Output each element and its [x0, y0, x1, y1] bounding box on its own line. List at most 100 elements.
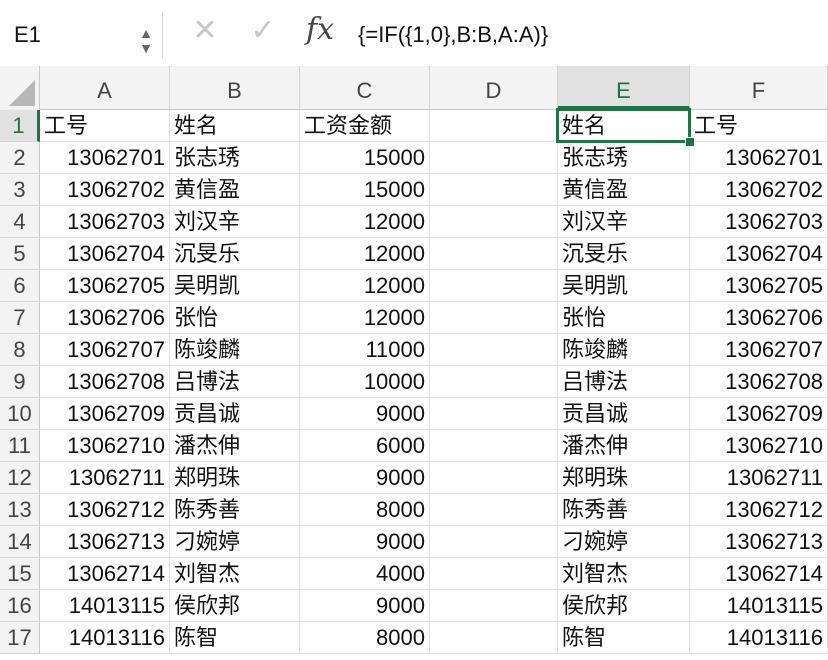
cell-e15[interactable]: 刘智杰: [558, 558, 690, 590]
cell-b4[interactable]: 刘汉辛: [170, 206, 300, 238]
cell-c12[interactable]: 9000: [300, 462, 430, 494]
cell-c15[interactable]: 4000: [300, 558, 430, 590]
name-box-value[interactable]: E1: [14, 22, 41, 48]
cell-b14[interactable]: 刁婉婷: [170, 526, 300, 558]
cell-c6[interactable]: 12000: [300, 270, 430, 302]
cell-b16[interactable]: 侯欣邦: [170, 590, 300, 622]
cell-b5[interactable]: 沉旻乐: [170, 238, 300, 270]
row-header-6[interactable]: 6: [0, 270, 40, 302]
cell-d3[interactable]: [430, 174, 558, 206]
row-header-8[interactable]: 8: [0, 334, 40, 366]
name-box-spinner-icon[interactable]: ▲ ▼: [136, 26, 156, 60]
cell-a2[interactable]: 13062701: [40, 142, 170, 174]
cell-d16[interactable]: [430, 590, 558, 622]
row-header-5[interactable]: 5: [0, 238, 40, 270]
row-header-14[interactable]: 14: [0, 526, 40, 558]
enter-checkmark-icon[interactable]: ✓: [244, 14, 282, 48]
cell-d11[interactable]: [430, 430, 558, 462]
cell-c16[interactable]: 9000: [300, 590, 430, 622]
cell-f13[interactable]: 13062712: [690, 494, 828, 526]
cell-b13[interactable]: 陈秀善: [170, 494, 300, 526]
cell-a15[interactable]: 13062714: [40, 558, 170, 590]
cell-c8[interactable]: 11000: [300, 334, 430, 366]
cell-d7[interactable]: [430, 302, 558, 334]
cell-b17[interactable]: 陈智: [170, 622, 300, 654]
cell-a16[interactable]: 14013115: [40, 590, 170, 622]
cell-e9[interactable]: 吕博法: [558, 366, 690, 398]
cell-c17[interactable]: 8000: [300, 622, 430, 654]
cell-a11[interactable]: 13062710: [40, 430, 170, 462]
cell-a7[interactable]: 13062706: [40, 302, 170, 334]
select-all-button[interactable]: [0, 66, 40, 110]
cell-d17[interactable]: [430, 622, 558, 654]
cell-b6[interactable]: 吴明凯: [170, 270, 300, 302]
column-header-e[interactable]: E: [558, 66, 690, 109]
cell-f6[interactable]: 13062705: [690, 270, 828, 302]
cell-d5[interactable]: [430, 238, 558, 270]
cell-c14[interactable]: 9000: [300, 526, 430, 558]
row-header-13[interactable]: 13: [0, 494, 40, 526]
cell-e5[interactable]: 沉旻乐: [558, 238, 690, 270]
row-header-12[interactable]: 12: [0, 462, 40, 494]
cell-e8[interactable]: 陈竣麟: [558, 334, 690, 366]
row-header-16[interactable]: 16: [0, 590, 40, 622]
cancel-icon[interactable]: ✕: [186, 14, 224, 48]
cell-b12[interactable]: 郑明珠: [170, 462, 300, 494]
row-header-11[interactable]: 11: [0, 430, 40, 462]
row-header-15[interactable]: 15: [0, 558, 40, 590]
cell-e3[interactable]: 黄信盈: [558, 174, 690, 206]
cell-e14[interactable]: 刁婉婷: [558, 526, 690, 558]
formula-input[interactable]: {=IF({1,0},B:B,A:A)}: [358, 22, 548, 48]
cell-d13[interactable]: [430, 494, 558, 526]
cell-d10[interactable]: [430, 398, 558, 430]
cell-d14[interactable]: [430, 526, 558, 558]
cell-a8[interactable]: 13062707: [40, 334, 170, 366]
cell-b11[interactable]: 潘杰伸: [170, 430, 300, 462]
cell-a17[interactable]: 14013116: [40, 622, 170, 654]
cell-c11[interactable]: 6000: [300, 430, 430, 462]
cell-a12[interactable]: 13062711: [40, 462, 170, 494]
cell-d12[interactable]: [430, 462, 558, 494]
cell-f9[interactable]: 13062708: [690, 366, 828, 398]
row-header-3[interactable]: 3: [0, 174, 40, 206]
cell-e16[interactable]: 侯欣邦: [558, 590, 690, 622]
cell-a14[interactable]: 13062713: [40, 526, 170, 558]
row-header-1[interactable]: 1: [0, 110, 40, 142]
column-header-b[interactable]: B: [170, 66, 300, 109]
cell-e12[interactable]: 郑明珠: [558, 462, 690, 494]
cell-a5[interactable]: 13062704: [40, 238, 170, 270]
insert-function-icon[interactable]: fx: [306, 12, 334, 47]
cell-b1[interactable]: 姓名: [170, 110, 300, 142]
cell-e17[interactable]: 陈智: [558, 622, 690, 654]
cell-a3[interactable]: 13062702: [40, 174, 170, 206]
name-box[interactable]: E1 ▲ ▼: [0, 12, 163, 58]
cell-f5[interactable]: 13062704: [690, 238, 828, 270]
cell-f2[interactable]: 13062701: [690, 142, 828, 174]
cell-a6[interactable]: 13062705: [40, 270, 170, 302]
cell-b3[interactable]: 黄信盈: [170, 174, 300, 206]
cell-c1[interactable]: 工资金额: [300, 110, 430, 142]
cell-a9[interactable]: 13062708: [40, 366, 170, 398]
cell-f16[interactable]: 14013115: [690, 590, 828, 622]
cell-d6[interactable]: [430, 270, 558, 302]
cell-a10[interactable]: 13062709: [40, 398, 170, 430]
cell-f3[interactable]: 13062702: [690, 174, 828, 206]
cell-b8[interactable]: 陈竣麟: [170, 334, 300, 366]
row-header-7[interactable]: 7: [0, 302, 40, 334]
cell-a13[interactable]: 13062712: [40, 494, 170, 526]
cell-e7[interactable]: 张怡: [558, 302, 690, 334]
row-header-4[interactable]: 4: [0, 206, 40, 238]
cell-e2[interactable]: 张志琇: [558, 142, 690, 174]
cell-f17[interactable]: 14013116: [690, 622, 828, 654]
cell-c2[interactable]: 15000: [300, 142, 430, 174]
cell-d4[interactable]: [430, 206, 558, 238]
row-header-9[interactable]: 9: [0, 366, 40, 398]
cell-b10[interactable]: 贡昌诚: [170, 398, 300, 430]
cell-c7[interactable]: 12000: [300, 302, 430, 334]
cell-e11[interactable]: 潘杰伸: [558, 430, 690, 462]
row-header-2[interactable]: 2: [0, 142, 40, 174]
cell-e1[interactable]: 姓名: [558, 110, 690, 142]
cell-c3[interactable]: 15000: [300, 174, 430, 206]
cell-f15[interactable]: 13062714: [690, 558, 828, 590]
cell-d1[interactable]: [430, 110, 558, 142]
